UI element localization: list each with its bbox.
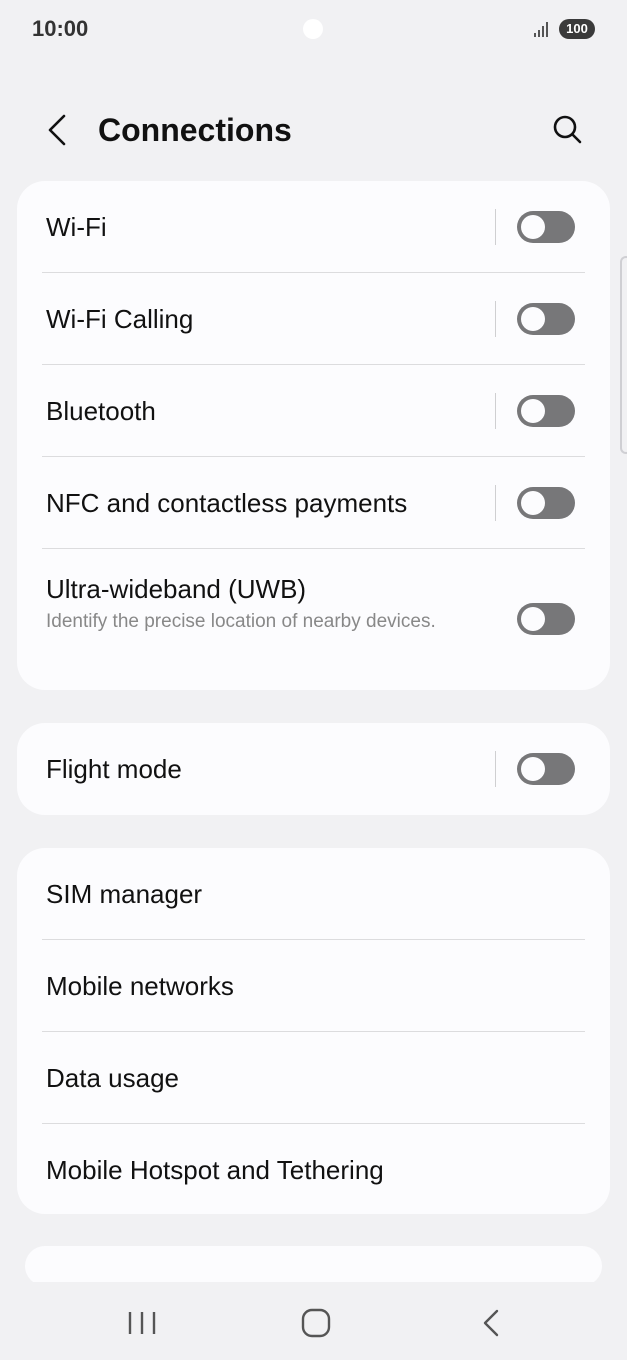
toggle-knob [521, 757, 545, 781]
wifi-row[interactable]: Wi-Fi [17, 181, 610, 273]
row-separator [495, 485, 496, 521]
uwb-toggle[interactable] [517, 603, 575, 635]
row-separator [495, 209, 496, 245]
row-separator [495, 751, 496, 787]
uwb-text: Ultra-wideband (UWB) Identify the precis… [46, 573, 466, 636]
uwb-description: Identify the precise location of nearby … [46, 611, 436, 632]
status-time: 10:00 [32, 16, 89, 41]
recents-icon[interactable] [124, 1308, 160, 1338]
uwb-row[interactable]: Ultra-wideband (UWB) Identify the precis… [17, 549, 610, 690]
wifi-calling-row[interactable]: Wi-Fi Calling [17, 273, 610, 365]
flight-mode-label: Flight mode [46, 753, 182, 784]
hotspot-label: Mobile Hotspot and Tethering [46, 1154, 384, 1185]
back-icon[interactable] [476, 1306, 506, 1340]
data-usage-row[interactable]: Data usage [17, 1032, 610, 1124]
bluetooth-toggle[interactable] [517, 395, 575, 427]
toggle-knob [521, 607, 545, 631]
page-title: Connections [98, 112, 292, 148]
status-bar: 10:00 100 [0, 0, 627, 58]
scroll-indicator[interactable] [620, 256, 627, 454]
bluetooth-label: Bluetooth [46, 395, 156, 426]
wifi-label: Wi-Fi [46, 211, 107, 242]
wifi-calling-toggle[interactable] [517, 303, 575, 335]
sim-manager-row[interactable]: SIM manager [17, 848, 610, 940]
camera-cutout [303, 19, 323, 39]
connections-toggles-card: Wi-Fi Wi-Fi Calling Bluetooth NFC and co… [17, 181, 610, 690]
chevron-left-icon[interactable] [40, 110, 76, 150]
toggle-knob [521, 307, 545, 331]
signal-bars-icon [534, 22, 548, 37]
battery-level: 100 [559, 19, 595, 39]
nfc-toggle[interactable] [517, 487, 575, 519]
wifi-calling-label: Wi-Fi Calling [46, 303, 194, 334]
wifi-toggle[interactable] [517, 211, 575, 243]
page-header: Connections [0, 100, 627, 160]
search-icon[interactable] [548, 110, 588, 150]
row-separator [495, 301, 496, 337]
flight-mode-toggle[interactable] [517, 753, 575, 785]
sim-manager-label: SIM manager [46, 878, 203, 909]
home-icon[interactable] [298, 1306, 334, 1340]
nfc-row[interactable]: NFC and contactless payments [17, 457, 610, 549]
hotspot-row[interactable]: Mobile Hotspot and Tethering [17, 1124, 610, 1214]
toggle-knob [521, 215, 545, 239]
flight-mode-card: Flight mode [17, 723, 610, 815]
mobile-networks-row[interactable]: Mobile networks [17, 940, 610, 1032]
data-usage-label: Data usage [46, 1062, 179, 1093]
nfc-label: NFC and contactless payments [46, 487, 408, 518]
more-settings-card[interactable] [25, 1246, 602, 1286]
toggle-knob [521, 399, 545, 423]
network-links-card: SIM manager Mobile networks Data usage M… [17, 848, 610, 1214]
bluetooth-row[interactable]: Bluetooth [17, 365, 610, 457]
toggle-knob [521, 491, 545, 515]
row-separator [495, 393, 496, 429]
navigation-bar [0, 1282, 627, 1360]
flight-mode-row[interactable]: Flight mode [17, 723, 610, 815]
mobile-networks-label: Mobile networks [46, 970, 234, 1001]
uwb-label: Ultra-wideband (UWB) [46, 574, 307, 604]
